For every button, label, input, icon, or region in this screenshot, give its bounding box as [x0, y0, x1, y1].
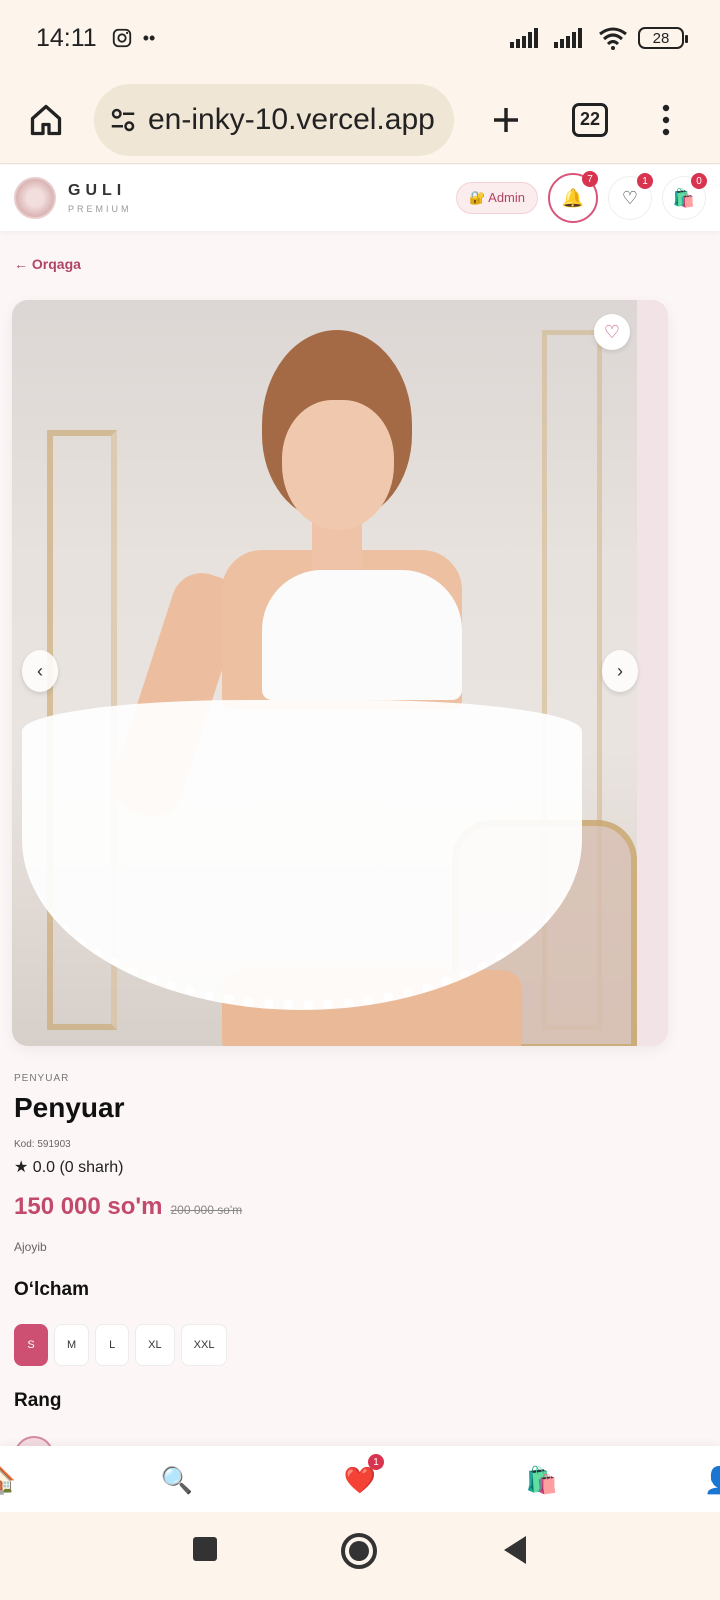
size-option-xxl[interactable]: XXL [180, 1324, 228, 1366]
size-option-l[interactable]: L [95, 1324, 130, 1366]
home-button[interactable] [24, 98, 68, 142]
price-row: 150 000 so'm 200 000 so'm [14, 1193, 242, 1221]
color-heading: Rang [14, 1390, 62, 1411]
system-navigation-bar [0, 1512, 720, 1600]
nav-cart-button[interactable]: 🛍️ [522, 1460, 562, 1500]
more-vert-icon [662, 104, 670, 135]
product-old-price: 200 000 so'm [170, 1203, 243, 1217]
add-to-favorites-button[interactable]: ♡ [594, 314, 630, 350]
heart-icon: ❤️ [343, 1464, 377, 1495]
cart-button[interactable]: 🛍️ 0 [662, 173, 707, 220]
nav-profile-button[interactable]: 👤 [700, 1460, 720, 1500]
size-selector: S M L XL XXL [14, 1324, 228, 1366]
brand-name: GULI [68, 182, 127, 199]
search-icon: 🔍 [160, 1464, 194, 1495]
home-gesture-button[interactable] [340, 1532, 378, 1570]
product-price: 150 000 so'm [14, 1193, 163, 1220]
back-button[interactable] [500, 1534, 530, 1566]
product-title: Penyuar [14, 1092, 125, 1123]
nav-home-button[interactable]: 🏠 [0, 1460, 20, 1500]
nav-search-button[interactable]: 🔍 [157, 1460, 197, 1500]
home-icon [30, 104, 62, 135]
size-option-s[interactable]: S [14, 1324, 48, 1366]
url-text: en-inky-10.vercel.app [148, 102, 435, 136]
browser-toolbar: en-inky-10.vercel.app 22 [0, 76, 720, 164]
favorites-badge: 1 [368, 1454, 384, 1470]
tab-switcher-button[interactable]: 22 [572, 102, 608, 137]
address-bar[interactable]: en-inky-10.vercel.app [94, 83, 454, 156]
product-photo [12, 300, 637, 1046]
product-gallery: ♡ ‹ › [12, 300, 668, 1046]
product-code: Kod: 591903 [14, 1139, 71, 1150]
bottom-navigation: 🏠 🔍 ❤️ 1 🛍️ 👤 [0, 1446, 720, 1512]
heart-icon: ♡ [621, 187, 639, 208]
notifications-button[interactable]: 🔔 7 [548, 171, 598, 223]
profile-icon: 👤 [704, 1465, 720, 1496]
notifications-badge: 7 [582, 171, 598, 187]
product-category: PENYUAR [14, 1073, 70, 1084]
home-icon: 🏠 [0, 1465, 16, 1496]
gallery-prev-button[interactable]: ‹ [22, 650, 58, 692]
more-notifications-icon: •• [142, 27, 156, 48]
product-description: Ajoyib [14, 1240, 47, 1254]
plus-icon [494, 107, 518, 132]
gallery-next-button[interactable]: › [602, 650, 638, 692]
back-link[interactable]: ← Orqaga [14, 256, 81, 272]
wishlist-button[interactable]: ♡ 1 [608, 173, 653, 220]
admin-button[interactable]: 🔐 Admin [456, 182, 538, 214]
product-rating: ★ 0.0 (0 sharh) [14, 1159, 124, 1176]
size-option-m[interactable]: M [54, 1324, 90, 1366]
size-heading: O‘lcham [14, 1279, 89, 1300]
brand-logo[interactable] [14, 177, 56, 219]
nav-favorites-button[interactable]: ❤️ 1 [340, 1454, 384, 1500]
cart-badge: 0 [691, 173, 707, 189]
signal-icon [510, 28, 538, 48]
new-tab-button[interactable] [484, 98, 528, 142]
signal-icon-2 [554, 28, 582, 48]
status-bar: 14:11 •• 28 [0, 0, 720, 76]
wishlist-badge: 1 [637, 173, 653, 189]
browser-menu-button[interactable] [656, 98, 676, 142]
site-settings-icon[interactable] [108, 105, 138, 135]
bell-icon: 🔔 [561, 187, 585, 208]
status-time: 14:11 [36, 23, 97, 52]
brand-subtitle: PREMIUM [68, 204, 132, 214]
site-header: GULI PREMIUM 🔐 Admin 🔔 7 ♡ 1 🛍️ 0 [0, 165, 720, 231]
battery-icon: 28 [638, 27, 688, 49]
shopping-bag-icon: 🛍️ [525, 1464, 559, 1495]
size-option-xl[interactable]: XL [135, 1324, 175, 1366]
shopping-bag-icon: 🛍️ [672, 187, 696, 208]
instagram-icon [112, 28, 131, 48]
wifi-icon [599, 27, 627, 50]
recents-button[interactable] [190, 1534, 220, 1564]
